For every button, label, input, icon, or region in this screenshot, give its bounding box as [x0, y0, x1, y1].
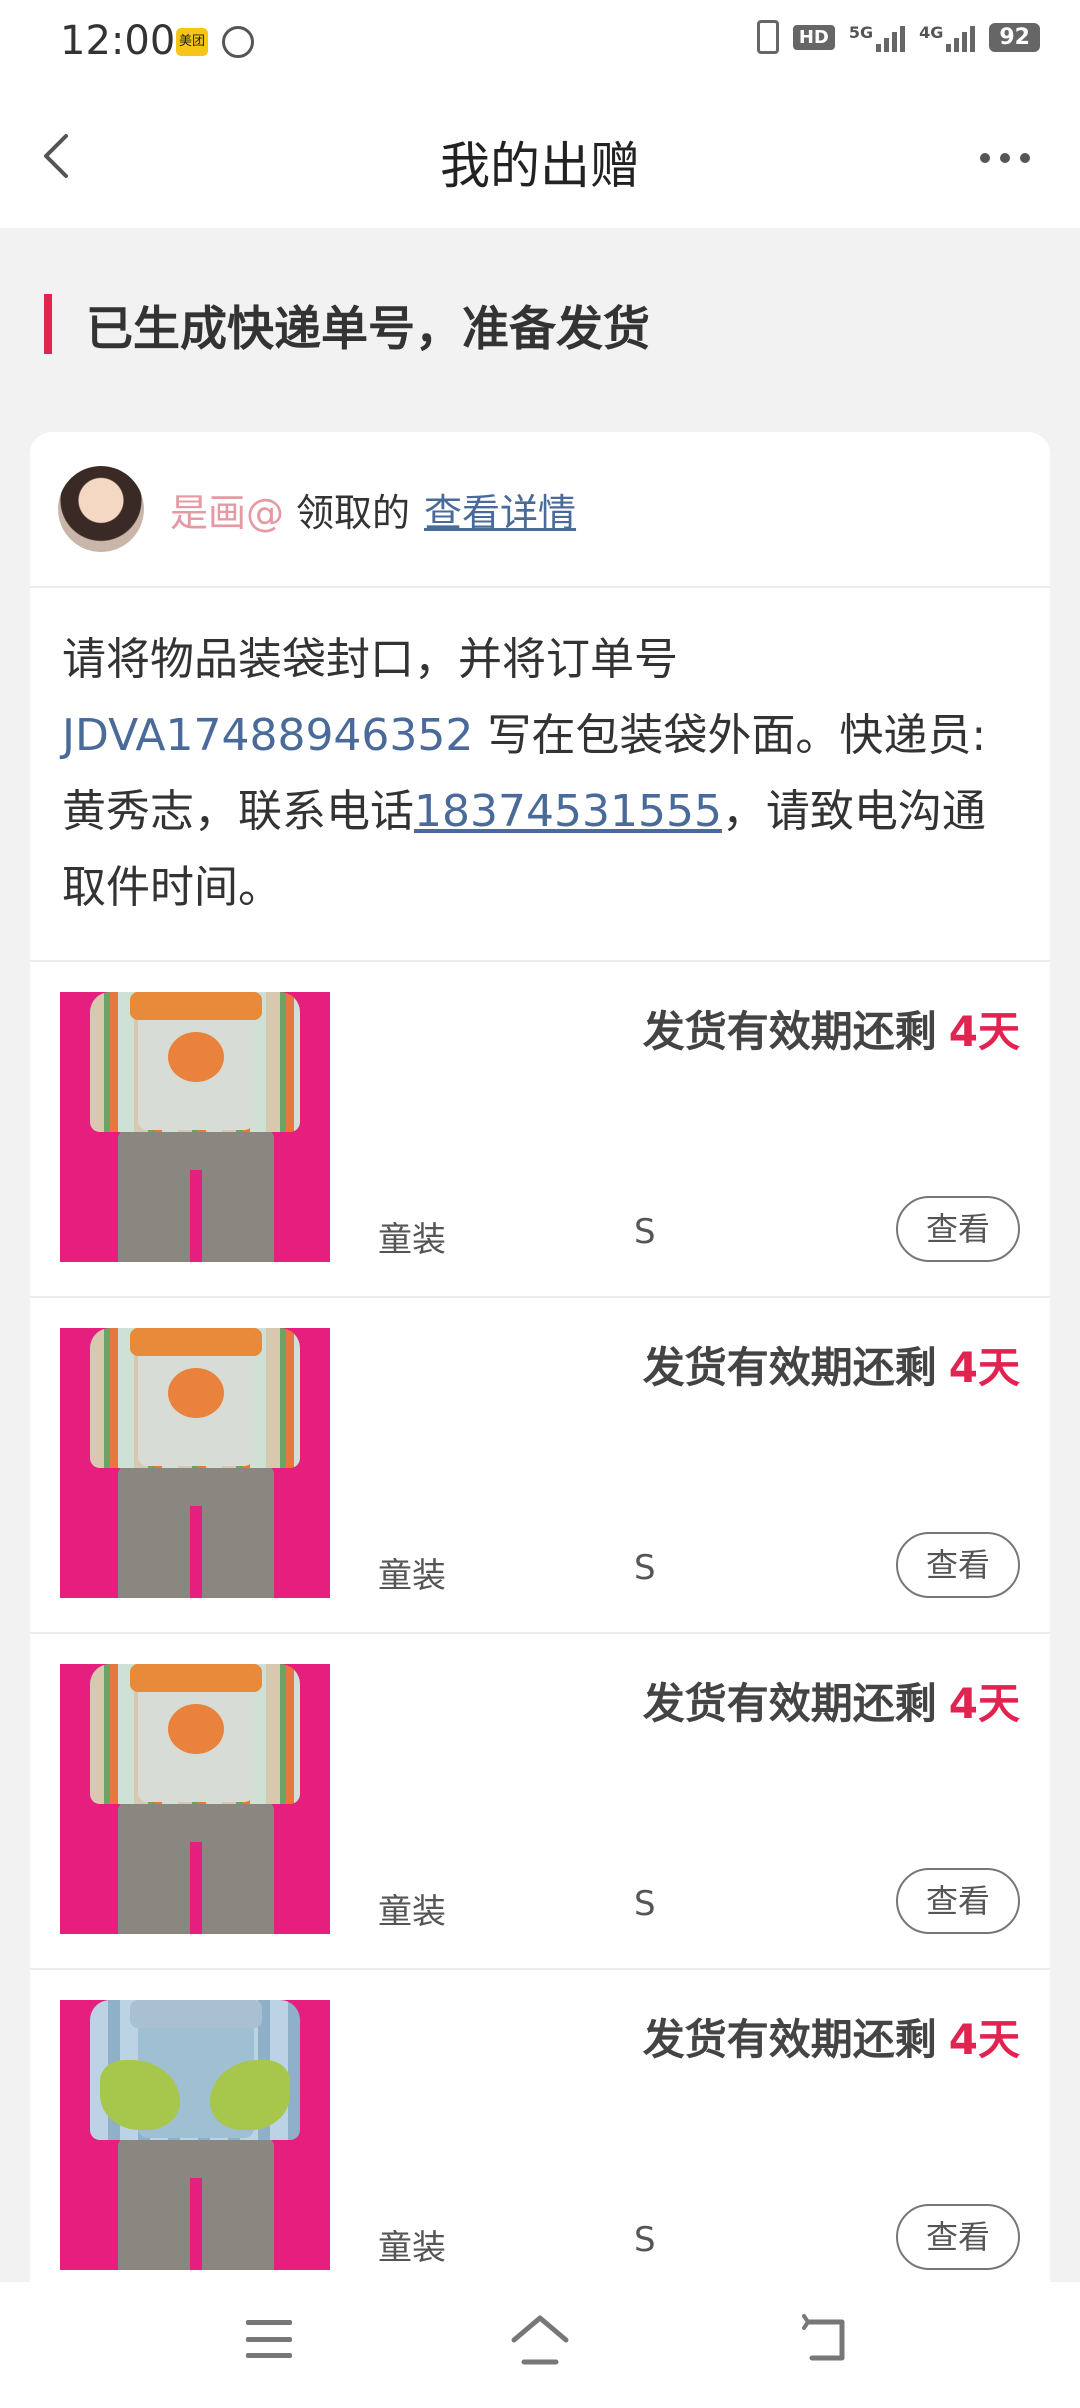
- item-photo[interactable]: [60, 992, 330, 1262]
- days-remaining: 4天: [948, 1679, 1020, 1728]
- view-button[interactable]: 查看: [896, 2204, 1020, 2270]
- ship-deadline: 发货有效期还剩 4天: [642, 1343, 1020, 1392]
- item-size: S: [634, 1884, 656, 1924]
- item-photo[interactable]: [60, 2000, 330, 2270]
- back-icon[interactable]: [798, 2312, 852, 2368]
- signal-4g-icon: 4G: [919, 22, 976, 52]
- claim-text: 领取的: [296, 490, 411, 535]
- item-size: S: [634, 2220, 656, 2260]
- menu-icon[interactable]: [246, 2320, 292, 2358]
- item-size: S: [634, 1548, 656, 1588]
- instructions-part1: 请将物品装袋封口，并将订单号: [62, 634, 678, 685]
- order-number: JDVA17488946352: [62, 710, 474, 761]
- status-bar: 12:00 美团 HD 5G 4G 92: [0, 0, 1080, 86]
- days-remaining: 4天: [948, 2015, 1020, 2064]
- notification-app-icon: [222, 26, 254, 58]
- days-remaining: 4天: [948, 1007, 1020, 1056]
- vibrate-icon: [756, 20, 779, 54]
- claim-row: 是画@ 领取的 查看详情: [30, 432, 1050, 588]
- list-item: 发货有效期还剩 4天 童装 S 查看: [30, 1970, 1050, 2282]
- list-item: 发货有效期还剩 4天 童装 S 查看: [30, 1298, 1050, 1634]
- item-category: 童装: [378, 1220, 446, 1260]
- ship-deadline: 发货有效期还剩 4天: [642, 1679, 1020, 1728]
- status-time: 12:00: [60, 18, 176, 64]
- list-item: 发货有效期还剩 4天 童装 S 查看: [30, 962, 1050, 1298]
- view-button[interactable]: 查看: [896, 1868, 1020, 1934]
- ship-deadline: 发货有效期还剩 4天: [642, 2015, 1020, 2064]
- days-remaining: 4天: [948, 1343, 1020, 1392]
- donation-card: 是画@ 领取的 查看详情 请将物品装袋封口，并将订单号 JDVA17488946…: [30, 432, 1050, 2282]
- list-item: 发货有效期还剩 4天 童装 S 查看: [30, 1634, 1050, 1970]
- meituan-app-icon: 美团: [176, 28, 208, 56]
- system-nav-bar: [0, 2282, 1080, 2408]
- ship-deadline: 发货有效期还剩 4天: [642, 1007, 1020, 1056]
- home-icon[interactable]: [508, 2312, 572, 2368]
- shipping-instructions: 请将物品装袋封口，并将订单号 JDVA17488946352 写在包装袋外面。快…: [30, 588, 1050, 962]
- status-heading: 已生成快递单号，准备发货: [44, 294, 650, 357]
- claimer-name[interactable]: 是画@: [170, 482, 284, 537]
- item-size: S: [634, 1212, 656, 1252]
- status-indicators: HD 5G 4G 92: [756, 20, 1040, 54]
- more-horizontal-icon[interactable]: [970, 138, 1040, 178]
- item-photo[interactable]: [60, 1328, 330, 1598]
- page-title: 我的出赠: [440, 137, 640, 195]
- signal-5g-icon: 5G: [849, 22, 906, 52]
- item-category: 童装: [378, 1892, 446, 1932]
- view-button[interactable]: 查看: [896, 1532, 1020, 1598]
- status-heading-text: 已生成快递单号，准备发货: [86, 301, 650, 357]
- hd-voice-icon: HD: [792, 24, 835, 50]
- item-category: 童装: [378, 2228, 446, 2268]
- item-photo[interactable]: [60, 1664, 330, 1934]
- item-category: 童装: [378, 1556, 446, 1596]
- view-button[interactable]: 查看: [896, 1196, 1020, 1262]
- avatar[interactable]: [58, 466, 144, 552]
- app-header: 我的出赠: [0, 86, 1080, 228]
- battery-icon: 92: [989, 22, 1040, 52]
- courier-phone-link[interactable]: 18374531555: [414, 786, 722, 837]
- heading-accent-bar: [44, 294, 52, 354]
- view-details-link[interactable]: 查看详情: [424, 482, 576, 537]
